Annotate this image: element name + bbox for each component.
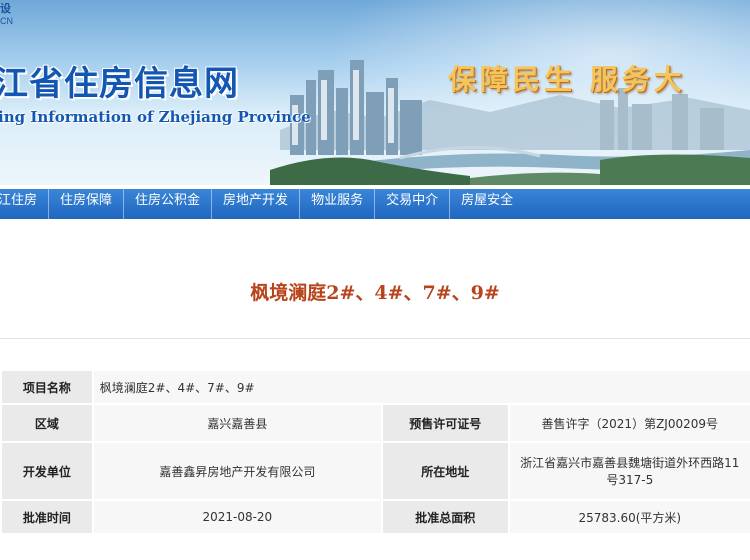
nav-item-housing-safety[interactable]: 房屋安全	[450, 189, 524, 219]
site-logo-mark: 设	[0, 3, 11, 15]
page-title: 枫境澜庭2#、4#、7#、9#	[250, 282, 500, 304]
nav-item-provident-fund[interactable]: 住房公积金	[124, 189, 213, 219]
table-row: 项目名称 枫境澜庭2#、4#、7#、9#	[0, 369, 750, 405]
title-divider	[0, 338, 750, 339]
site-title[interactable]: 江省住房信息网	[0, 56, 239, 105]
site-logo-domain: CN	[0, 16, 13, 26]
project-name-value: 枫境澜庭2#、4#、7#、9#	[91, 369, 750, 405]
approval-area-label: 批准总面积	[380, 499, 510, 535]
approval-area-value: 25783.60(平方米)	[507, 499, 750, 535]
region-label: 区域	[0, 403, 94, 443]
presale-permit-value: 善售许字（2021）第ZJ00209号	[507, 403, 750, 443]
table-row: 批准时间 2021-08-20 批准总面积 25783.60(平方米)	[0, 499, 750, 535]
nav-item-zhejiang-housing[interactable]: 江住房	[0, 189, 50, 219]
nav-item-transaction-agency[interactable]: 交易中介	[375, 189, 451, 219]
approval-time-value: 2021-08-20	[91, 499, 383, 535]
nav-item-housing-security[interactable]: 住房保障	[49, 189, 125, 219]
region-value: 嘉兴嘉善县	[91, 403, 383, 443]
nav-item-property-services[interactable]: 物业服务	[300, 189, 376, 219]
project-name-label: 项目名称	[0, 369, 94, 405]
site-subtitle: ing Information of Zhejiang Province	[0, 108, 311, 126]
project-info-table: 项目名称 枫境澜庭2#、4#、7#、9# 区域 嘉兴嘉善县 预售许可证号 善售许…	[0, 369, 750, 535]
table-row: 开发单位 嘉善鑫昇房地产开发有限公司 所在地址 浙江省嘉兴市嘉善县魏塘街道外环西…	[0, 441, 750, 501]
address-value: 浙江省嘉兴市嘉善县魏塘街道外环西路11号317-5	[507, 441, 750, 501]
presale-permit-label: 预售许可证号	[380, 403, 510, 443]
nav-item-real-estate-development[interactable]: 房地产开发	[212, 189, 301, 219]
main-nav: 江住房 住房保障 住房公积金 房地产开发 物业服务 交易中介 房屋安全	[0, 189, 750, 219]
developer-label: 开发单位	[0, 441, 94, 501]
approval-time-label: 批准时间	[0, 499, 94, 535]
developer-value: 嘉善鑫昇房地产开发有限公司	[91, 441, 383, 501]
site-banner: 设 CN 江省住房信息网 ing Information of Zhejiang…	[0, 0, 750, 185]
table-row: 区域 嘉兴嘉善县 预售许可证号 善售许字（2021）第ZJ00209号	[0, 403, 750, 443]
address-label: 所在地址	[380, 441, 510, 501]
banner-slogan: 保障民生 服务大	[448, 63, 686, 96]
